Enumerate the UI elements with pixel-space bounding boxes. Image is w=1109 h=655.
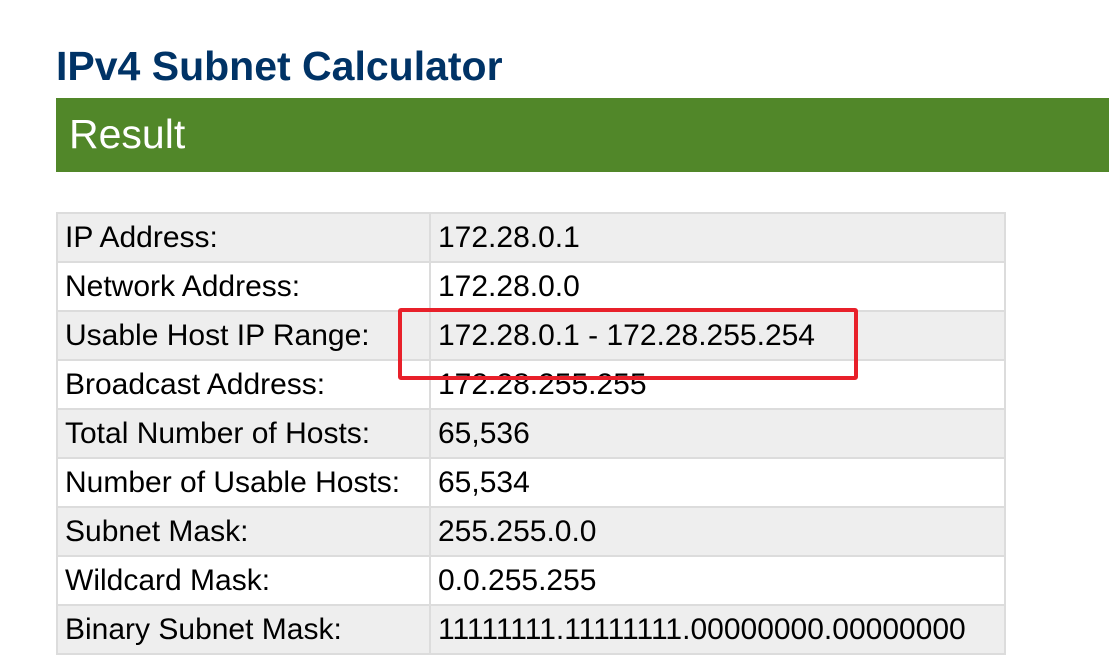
row-label: Binary Subnet Mask:: [56, 604, 431, 655]
table-row-ip-address: IP Address: 172.28.0.1: [56, 212, 1006, 263]
row-label: IP Address:: [56, 212, 431, 263]
table-row-broadcast-address: Broadcast Address: 172.28.255.255: [56, 359, 1006, 410]
row-value: 65,534: [429, 457, 1006, 508]
row-value: 11111111.11111111.00000000.00000000: [429, 604, 1006, 655]
table-row-total-hosts: Total Number of Hosts: 65,536: [56, 408, 1006, 459]
row-label: Number of Usable Hosts:: [56, 457, 431, 508]
row-label: Usable Host IP Range:: [56, 310, 431, 361]
row-value: 172.28.255.255: [429, 359, 1006, 410]
row-label: Wildcard Mask:: [56, 555, 431, 606]
row-value: 172.28.0.1 - 172.28.255.254: [429, 310, 1006, 361]
row-label: Total Number of Hosts:: [56, 408, 431, 459]
row-label: Broadcast Address:: [56, 359, 431, 410]
table-row-wildcard-mask: Wildcard Mask: 0.0.255.255: [56, 555, 1006, 606]
result-table-container: IP Address: 172.28.0.1 Network Address: …: [56, 212, 1006, 655]
result-heading: Result: [69, 111, 186, 157]
row-value: 172.28.0.0: [429, 261, 1006, 312]
table-row-network-address: Network Address: 172.28.0.0: [56, 261, 1006, 312]
row-label: Subnet Mask:: [56, 506, 431, 557]
row-value: 172.28.0.1: [429, 212, 1006, 263]
table-row-subnet-mask: Subnet Mask: 255.255.0.0: [56, 506, 1006, 557]
result-banner: Result: [56, 98, 1109, 172]
row-value: 255.255.0.0: [429, 506, 1006, 557]
row-value: 0.0.255.255: [429, 555, 1006, 606]
row-value: 65,536: [429, 408, 1006, 459]
page-title: IPv4 Subnet Calculator: [56, 43, 503, 89]
table-row-usable-hosts: Number of Usable Hosts: 65,534: [56, 457, 1006, 508]
row-label: Network Address:: [56, 261, 431, 312]
result-table: IP Address: 172.28.0.1 Network Address: …: [56, 212, 1006, 655]
table-row-usable-host-range: Usable Host IP Range: 172.28.0.1 - 172.2…: [56, 310, 1006, 361]
table-row-binary-subnet-mask: Binary Subnet Mask: 11111111.11111111.00…: [56, 604, 1006, 655]
